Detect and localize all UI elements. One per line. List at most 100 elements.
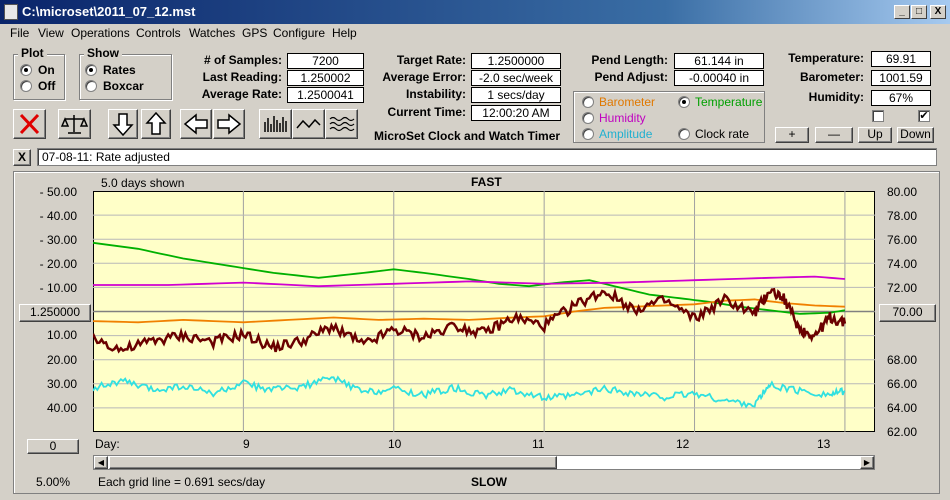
amplitude-radio[interactable] (582, 128, 594, 143)
average-rate-label: Average Rate: (201, 87, 282, 101)
status-close-button[interactable]: X (13, 149, 31, 166)
right-tick: 72.00 (887, 281, 918, 295)
left-arrow-icon[interactable] (180, 109, 212, 139)
left-tick: 30.00 (46, 377, 77, 391)
line-graph-icon[interactable] (292, 109, 325, 139)
amplitude-label: Amplitude (599, 127, 653, 141)
instability-label: Instability: (405, 87, 466, 101)
samples-label: # of Samples: (203, 53, 282, 67)
right-tick: 68.00 (887, 353, 918, 367)
left-tick: - 40.00 (39, 209, 77, 223)
menu-operations[interactable]: Operations (71, 26, 130, 40)
plot-on-label: On (38, 63, 55, 77)
up-arrow-icon[interactable] (141, 109, 171, 139)
stop-icon[interactable] (13, 109, 46, 139)
scroll-left-icon[interactable]: ◀ (94, 456, 108, 469)
plot-on-radio[interactable] (20, 64, 32, 79)
wave-graph-icon[interactable] (325, 109, 358, 139)
average-rate-field: 1.2500041 (287, 87, 364, 103)
fast-label: FAST (471, 175, 502, 189)
left-tick: - 30.00 (39, 233, 77, 247)
x-tick: 12 (676, 437, 690, 451)
temperature-label: Temperature (695, 95, 763, 109)
instability-field: 1 secs/day (471, 87, 561, 103)
maximize-button[interactable]: □ (911, 5, 927, 19)
menu-file[interactable]: File (10, 26, 29, 40)
left-tick: 10.00 (46, 328, 77, 342)
last-reading-label: Last Reading: (202, 70, 282, 84)
minus-button[interactable]: — (815, 127, 853, 143)
barometer-reading-field: 1001.59 (871, 70, 931, 86)
humidity-reading-field: 67% (871, 90, 931, 106)
horizontal-scrollbar[interactable]: ◀ ▶ (93, 455, 875, 470)
average-error-field: -2.0 sec/week (471, 70, 561, 86)
show-boxcar-radio[interactable] (85, 80, 97, 95)
barometer-radio[interactable] (582, 96, 594, 111)
right-tick: 80.00 (887, 185, 918, 199)
minimize-button[interactable]: _ (894, 5, 910, 19)
humidity-label: Humidity (599, 111, 646, 125)
slow-label: SLOW (471, 475, 507, 489)
title-bar: C:\microset\2011_07_12.mst _ □ X (0, 0, 950, 24)
menu-gps[interactable]: GPS (242, 26, 267, 40)
show-rates-label: Rates (103, 63, 136, 77)
x-tick: 13 (817, 437, 831, 451)
humidity-radio[interactable] (582, 112, 594, 127)
x-tick: 10 (388, 437, 402, 451)
average-error-label: Average Error: (382, 70, 466, 84)
day-axis-label: Day: (95, 437, 120, 451)
down-button[interactable]: Down (897, 127, 934, 143)
show-boxcar-label: Boxcar (103, 79, 144, 93)
menu-help[interactable]: Help (332, 26, 357, 40)
plus-button[interactable]: + (775, 127, 809, 143)
left-tick: 20.00 (46, 353, 77, 367)
window-title: C:\microset\2011_07_12.mst (22, 4, 196, 19)
right-arrow-icon[interactable] (213, 109, 245, 139)
pend-length-field: 61.144 in (674, 53, 764, 69)
temperature-reading-label: Temperature: (788, 51, 864, 65)
grid-note: Each grid line = 0.691 secs/day (98, 475, 266, 489)
x-tick: 11 (532, 437, 545, 451)
bar-graph-icon[interactable] (259, 109, 292, 139)
down-arrow-icon[interactable] (108, 109, 138, 139)
sensor-center-button[interactable]: 70.00 (879, 304, 936, 322)
temperature-reading-field: 69.91 (871, 51, 931, 67)
plot-group-title: Plot (18, 46, 47, 60)
chart-plot-area (93, 191, 875, 432)
right-tick: 66.00 (887, 377, 918, 391)
x-tick: 9 (243, 437, 250, 451)
menu-controls[interactable]: Controls (136, 26, 181, 40)
left-tick: - 50.00 (39, 185, 77, 199)
rate-center-button[interactable]: 1.250000 (19, 304, 91, 322)
pend-adjust-label: Pend Adjust: (594, 70, 668, 84)
last-reading-field: 1.250002 (287, 70, 364, 86)
temperature-radio[interactable] (678, 96, 690, 111)
left-checkbox[interactable] (872, 110, 884, 122)
clock-rate-radio[interactable] (678, 128, 690, 143)
barometer-reading-label: Barometer: (799, 70, 864, 84)
samples-field: 7200 (287, 53, 364, 69)
right-tick: 78.00 (887, 209, 918, 223)
close-window-button[interactable]: X (930, 5, 946, 19)
plot-off-label: Off (38, 79, 56, 93)
left-tick: - 10.00 (39, 281, 77, 295)
right-checkbox[interactable]: ✔ (918, 110, 930, 122)
show-rates-radio[interactable] (85, 64, 97, 79)
show-group-title: Show (84, 46, 122, 60)
menu-configure[interactable]: Configure (273, 26, 325, 40)
left-tick: - 20.00 (39, 257, 77, 271)
status-message: 07-08-11: Rate adjusted (37, 148, 937, 166)
scroll-thumb[interactable] (109, 456, 557, 469)
current-time-field: 12:00:20 AM (471, 105, 561, 121)
barometer-label: Barometer (599, 95, 656, 109)
menu-view[interactable]: View (38, 26, 64, 40)
offset-button[interactable]: 0 (27, 439, 79, 454)
app-icon[interactable] (4, 4, 18, 20)
up-button[interactable]: Up (858, 127, 892, 143)
app-name: MicroSet Clock and Watch Timer (374, 129, 561, 143)
right-tick: 74.00 (887, 257, 918, 271)
balance-scale-icon[interactable] (58, 109, 91, 139)
plot-off-radio[interactable] (20, 80, 32, 95)
scroll-right-icon[interactable]: ▶ (860, 456, 874, 469)
menu-watches[interactable]: Watches (189, 26, 235, 40)
